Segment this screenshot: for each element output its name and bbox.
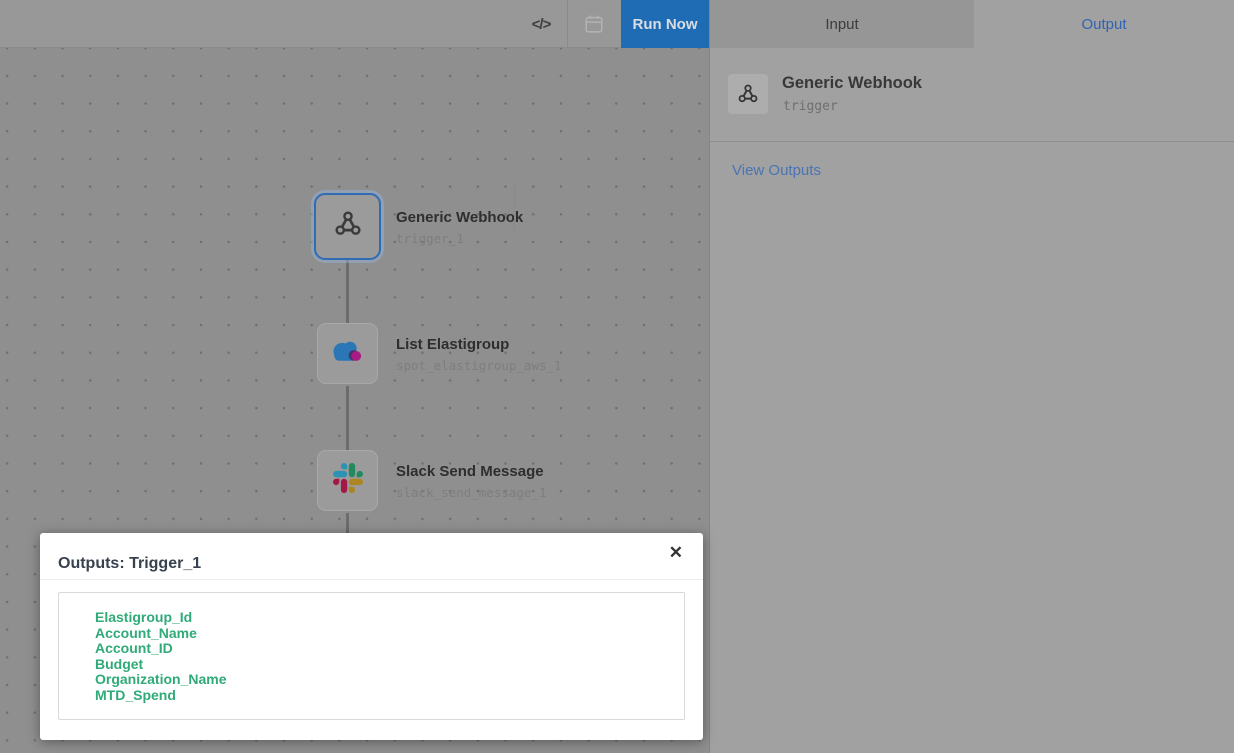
toolbar-divider: [514, 183, 515, 231]
connector-line: [346, 386, 349, 452]
node-id: trigger_1: [396, 231, 464, 246]
node-title: List Elastigroup: [396, 336, 509, 353]
connector-line: [346, 259, 349, 325]
webhook-icon: [728, 74, 768, 114]
output-item[interactable]: Organization_Name: [95, 672, 226, 688]
modal-header-divider: [40, 579, 703, 580]
output-item[interactable]: Budget: [95, 657, 226, 673]
inspector-panel: Input Output Generic Webhook trigger Vie…: [709, 0, 1234, 753]
node-id: spot_elastigroup_aws_1: [396, 358, 562, 373]
outputs-modal: Outputs: Trigger_1 ✕ Elastigroup_Id Acco…: [40, 533, 703, 740]
node-generic-webhook[interactable]: [314, 193, 381, 260]
spot-icon: [330, 338, 366, 370]
workflow-editor: Generic Webhook trigger_1 List Elastigro…: [0, 0, 1234, 753]
run-now-button[interactable]: Run Now: [621, 0, 709, 48]
tab-input[interactable]: Input: [710, 0, 974, 48]
node-title: Slack Send Message: [396, 463, 544, 480]
output-item[interactable]: Account_ID: [95, 641, 226, 657]
webhook-icon: [332, 208, 364, 245]
outputs-box: Elastigroup_Id Account_Name Account_ID B…: [58, 592, 685, 720]
node-title: Generic Webhook: [396, 209, 523, 226]
output-item[interactable]: MTD_Spend: [95, 688, 226, 704]
node-slack-send-message[interactable]: [317, 450, 378, 511]
output-item[interactable]: Account_Name: [95, 626, 226, 642]
slack-icon: [333, 463, 363, 498]
outputs-list: Elastigroup_Id Account_Name Account_ID B…: [95, 610, 226, 704]
panel-divider: [710, 141, 1234, 142]
view-outputs-link[interactable]: View Outputs: [732, 162, 821, 179]
tab-output[interactable]: Output: [974, 0, 1234, 48]
node-id: slack_send_message_1: [396, 485, 547, 500]
schedule-calendar-icon[interactable]: [567, 0, 621, 48]
output-item[interactable]: Elastigroup_Id: [95, 610, 226, 626]
node-list-elastigroup[interactable]: [317, 323, 378, 384]
panel-node-type: trigger: [783, 99, 838, 114]
close-icon[interactable]: ✕: [669, 544, 683, 561]
code-view-icon[interactable]: </>: [514, 0, 568, 48]
toolbar: </> Run Now: [0, 0, 709, 48]
panel-node-title: Generic Webhook: [782, 74, 922, 93]
modal-title: Outputs: Trigger_1: [58, 555, 201, 573]
